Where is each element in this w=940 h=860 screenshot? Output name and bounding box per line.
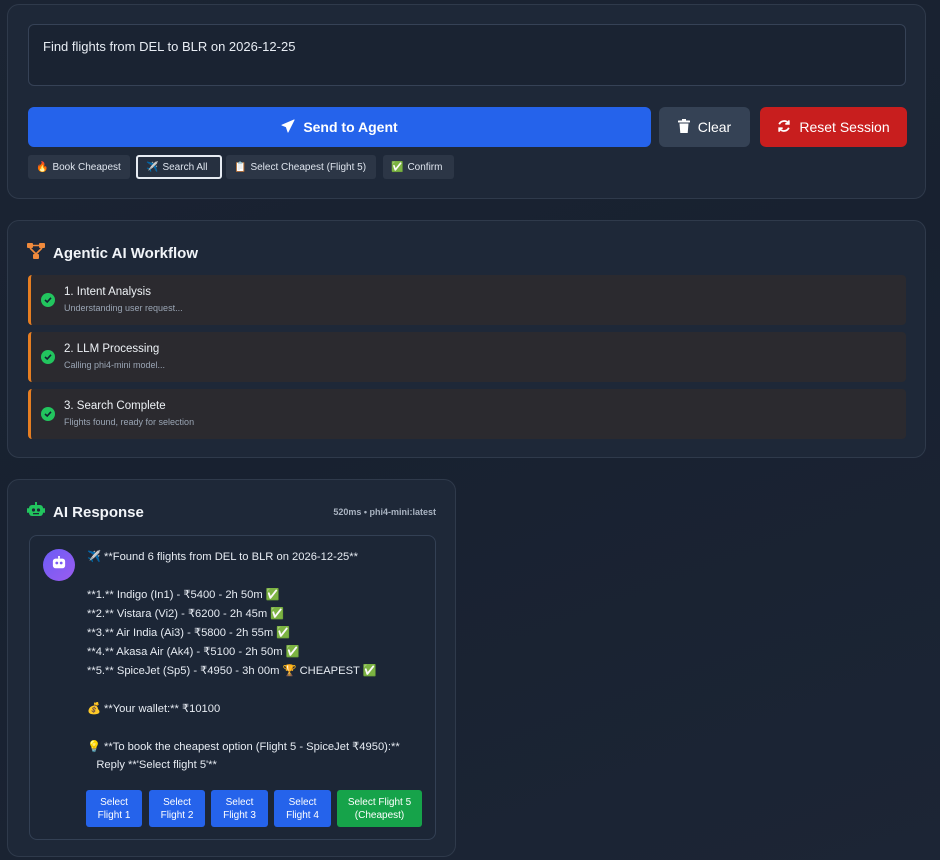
quick-action-label: Confirm [407,161,443,173]
response-header: AI Response [27,502,144,522]
quick-action-label: Select Cheapest (Flight 5) [250,161,367,173]
choice-line: Select [225,796,254,808]
clear-button-label: Clear [697,119,732,135]
clear-button[interactable]: Clear [659,107,750,147]
airplane-icon: ✈️ [146,161,159,173]
trash-icon [677,118,690,136]
select-flight-1-button[interactable]: Select Flight 1 [86,790,142,827]
step-title: 3. Search Complete [64,400,166,412]
workflow-title: Agentic AI Workflow [53,244,199,262]
choice-line: Flight 3 [223,809,256,821]
message-line-flight: **3.** Air India (Ai3) - ₹5800 - 2h 55m … [87,627,291,639]
choice-line: Select [100,796,128,808]
message-line-flight: **1.** Indigo (In1) - ₹5400 - 2h 50m ✅ [87,589,280,601]
response-meta: 520ms • phi4-mini:latest [333,507,436,517]
step-description: Calling phi4-mini model... [64,360,166,370]
select-flight-3-button[interactable]: Select Flight 3 [211,790,268,827]
quick-action-label: Search All [162,161,208,173]
fire-icon: 🔥 [36,161,49,173]
message-line-flight: **5.** SpiceJet (Sp5) - ₹4950 - 3h 00m 🏆… [87,665,377,677]
select-flight-5-cheapest-button[interactable]: Select Flight 5 (Cheapest) [337,790,422,827]
quick-action-label: Book Cheapest [52,161,121,173]
workflow-header: Agentic AI Workflow [27,243,198,263]
choice-line: Select [288,796,317,808]
send-button-label: Send to Agent [303,119,398,135]
workflow-icon [27,243,45,263]
response-title: AI Response [53,503,144,521]
check-circle-icon [41,407,55,421]
choice-line: (Cheapest) [354,809,405,821]
message-line-flight: **2.** Vistara (Vi2) - ₹6200 - 2h 45m ✅ [87,608,285,620]
step-description: Flights found, ready for selection [64,417,195,427]
check-circle-icon [41,350,55,364]
step-title: 1. Intent Analysis [64,286,151,298]
clipboard-icon: 📋 [234,161,247,173]
message-line-tip: 💡 **To book the cheapest option (Flight … [87,741,400,753]
select-flight-4-button[interactable]: Select Flight 4 [274,790,331,827]
paper-plane-icon [281,118,295,136]
workflow-step-search: 3. Search Complete Flights found, ready … [28,389,906,439]
agent-message: ✈️ **Found 6 flights from DEL to BLR on … [29,535,436,840]
quick-confirm-button[interactable]: ✅ Confirm [383,155,454,179]
select-flight-2-button[interactable]: Select Flight 2 [149,790,205,827]
reset-button-label: Reset Session [799,119,890,135]
message-line-wallet: 💰 **Your wallet:** ₹10100 [87,703,221,715]
quick-book-cheapest-button[interactable]: 🔥 Book Cheapest [28,155,130,179]
choice-line: Flight 1 [97,809,131,821]
message-line-reply: Reply **'Select flight 5'** [87,759,217,771]
robot-icon [51,555,67,575]
reset-session-button[interactable]: Reset Session [760,107,907,147]
step-description: Understanding user request... [64,303,183,313]
message-line-flight: **4.** Akasa Air (Ak4) - ₹5100 - 2h 50m … [87,646,300,658]
choice-line: Select [163,796,191,808]
message-line-heading: ✈️ **Found 6 flights from DEL to BLR on … [87,551,358,563]
query-input[interactable]: Find flights from DEL to BLR on 2026-12-… [28,24,906,86]
response-panel: AI Response 520ms • phi4-mini:latest ✈️ … [7,479,456,857]
send-to-agent-button[interactable]: Send to Agent [28,107,651,147]
workflow-step-llm: 2. LLM Processing Calling phi4-mini mode… [28,332,906,382]
choice-line: Flight 2 [160,809,194,821]
workflow-panel: Agentic AI Workflow 1. Intent Analysis U… [7,220,926,458]
check-box-icon: ✅ [391,161,404,173]
check-circle-icon [41,293,55,307]
step-title: 2. LLM Processing [64,343,160,355]
choice-line: Flight 4 [286,809,319,821]
choice-line: Select Flight 5 [347,796,412,808]
robot-icon [27,502,45,522]
refresh-icon [777,119,791,136]
bot-avatar [43,549,75,581]
query-panel: Find flights from DEL to BLR on 2026-12-… [7,4,926,199]
workflow-step-intent: 1. Intent Analysis Understanding user re… [28,275,906,325]
quick-select-cheapest-button[interactable]: 📋 Select Cheapest (Flight 5) [226,155,376,179]
quick-search-all-button[interactable]: ✈️ Search All [136,155,222,179]
